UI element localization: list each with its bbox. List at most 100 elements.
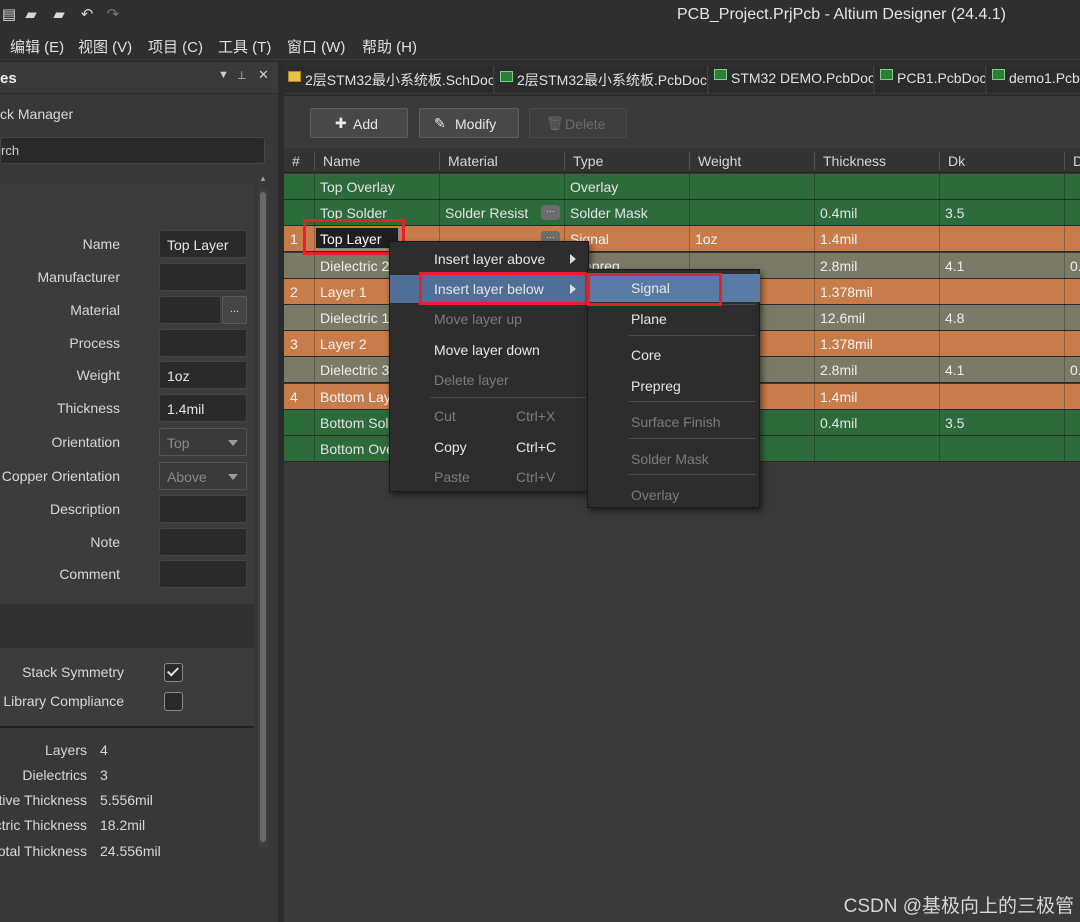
menu-edit[interactable]: 编辑 (E) xyxy=(10,36,64,57)
material-browse-icon[interactable]: ··· xyxy=(541,205,560,221)
add-button[interactable]: ✚ Add xyxy=(310,108,408,138)
submenu-overlay[interactable]: Overlay xyxy=(588,481,760,509)
cell-thickness[interactable]: 12.6mil xyxy=(820,310,865,326)
close-icon[interactable]: ✕ xyxy=(258,67,269,83)
cell-thickness[interactable]: 0.4mil xyxy=(820,415,857,431)
name-field[interactable]: Top Layer xyxy=(159,230,247,258)
open-folder-icon[interactable]: ▰ xyxy=(22,6,40,24)
col-header-df[interactable]: D xyxy=(1073,153,1080,169)
description-field[interactable] xyxy=(159,495,247,523)
cell-num[interactable]: 3 xyxy=(290,336,298,352)
save-all-icon[interactable]: ▤ xyxy=(0,6,18,24)
col-header-num[interactable]: # xyxy=(292,153,300,169)
menu-insert-layer-above[interactable]: Insert layer above xyxy=(390,245,588,273)
submenu-surface-finish[interactable]: Surface Finish xyxy=(588,408,760,436)
manufacturer-field[interactable] xyxy=(159,263,247,291)
cell-name[interactable]: Layer 1 xyxy=(320,284,367,300)
cell-type[interactable]: Overlay xyxy=(570,179,618,195)
cell-dk[interactable]: 3.5 xyxy=(945,205,964,221)
cell-divider xyxy=(1064,383,1065,410)
menu-view[interactable]: 视图 (V) xyxy=(78,36,132,57)
stat-label-conductive-thickness: ctive Thickness xyxy=(0,792,87,808)
tab-stm32-demo[interactable]: STM32 DEMO.PcbDoc xyxy=(710,66,874,93)
cell-num[interactable]: 1 xyxy=(290,231,298,247)
scrollbar-thumb[interactable] xyxy=(260,192,266,842)
process-field[interactable] xyxy=(159,329,247,357)
cell-thickness[interactable]: 2.8mil xyxy=(820,258,857,274)
search-input[interactable]: rch xyxy=(0,137,265,164)
tab-demo1[interactable]: demo1.PcbDoc xyxy=(988,66,1080,93)
thickness-field[interactable]: 1.4mil xyxy=(159,394,247,422)
cell-num[interactable]: 4 xyxy=(290,389,298,405)
cell-divider xyxy=(1064,278,1065,305)
cell-name[interactable]: Dielectric 2 xyxy=(320,258,389,274)
panel-scrollbar[interactable] xyxy=(258,188,268,848)
material-field[interactable] xyxy=(159,296,221,324)
menu-copy[interactable]: Copy Ctrl+C xyxy=(390,433,588,461)
library-compliance-checkbox[interactable] xyxy=(164,692,183,711)
cell-name[interactable]: Top Overlay xyxy=(320,179,395,195)
cell-thickness[interactable]: 1.378mil xyxy=(820,284,873,300)
cell-dk[interactable]: 4.8 xyxy=(945,310,964,326)
note-field[interactable] xyxy=(159,528,247,556)
comment-field[interactable] xyxy=(159,560,247,588)
cell-thickness[interactable]: 1.4mil xyxy=(820,231,857,247)
menu-cut[interactable]: Cut Ctrl+X xyxy=(390,402,588,430)
cell-d[interactable]: 0. xyxy=(1070,258,1080,274)
cell-type[interactable]: Solder Mask xyxy=(570,205,648,221)
cell-d[interactable]: 0. xyxy=(1070,362,1080,378)
tab-sch-doc[interactable]: 2层STM32最小系统板.SchDoc xyxy=(284,66,494,93)
cell-thickness[interactable]: 1.378mil xyxy=(820,336,873,352)
submenu-prepreg[interactable]: Prepreg xyxy=(588,372,760,400)
table-row[interactable]: Top Overlay Overlay xyxy=(284,174,1080,200)
tab-pcb1[interactable]: PCB1.PcbDoc xyxy=(876,66,986,93)
open-project-icon[interactable]: ▰ xyxy=(50,6,68,24)
menu-move-layer-up[interactable]: Move layer up xyxy=(390,305,588,333)
weight-field[interactable]: 1oz xyxy=(159,361,247,389)
cell-name[interactable]: Dielectric 1 xyxy=(320,310,389,326)
cell-thickness[interactable]: 2.8mil xyxy=(820,362,857,378)
copper-orientation-select[interactable]: Above xyxy=(159,462,247,490)
cell-material[interactable]: Solder Resist xyxy=(445,205,528,221)
col-header-name[interactable]: Name xyxy=(323,153,360,169)
cell-name[interactable]: Dielectric 3 xyxy=(320,362,389,378)
cell-weight[interactable]: 1oz xyxy=(695,231,718,247)
cell-thickness[interactable]: 1.4mil xyxy=(820,389,857,405)
cell-dk[interactable]: 3.5 xyxy=(945,415,964,431)
stat-label-dielectric-thickness: ctric Thickness xyxy=(0,817,87,833)
panel-menu-icon[interactable]: ▼ xyxy=(218,69,229,81)
menu-window[interactable]: 窗口 (W) xyxy=(287,36,345,57)
tab-pcb-doc[interactable]: 2层STM32最小系统板.PcbDoc xyxy=(496,66,708,93)
redo-icon[interactable]: ↷ xyxy=(104,6,122,24)
col-header-weight[interactable]: Weight xyxy=(698,153,741,169)
undo-icon[interactable]: ↶ xyxy=(78,6,96,24)
cell-divider xyxy=(1064,331,1065,358)
menu-project[interactable]: 项目 (C) xyxy=(148,36,203,57)
col-header-type[interactable]: Type xyxy=(573,153,603,169)
menu-help[interactable]: 帮助 (H) xyxy=(362,36,417,57)
menu-delete-layer[interactable]: Delete layer xyxy=(390,366,588,394)
modify-button[interactable]: ✎ Modify xyxy=(419,108,519,138)
scroll-up-icon[interactable]: ▲ xyxy=(259,174,267,183)
cell-dk[interactable]: 4.1 xyxy=(945,362,964,378)
col-header-thickness[interactable]: Thickness xyxy=(823,153,886,169)
cell-dk[interactable]: 4.1 xyxy=(945,258,964,274)
pin-icon[interactable]: ⊥ xyxy=(237,69,247,82)
stack-symmetry-checkbox[interactable] xyxy=(164,663,183,682)
cell-divider xyxy=(939,252,940,279)
col-header-dk[interactable]: Dk xyxy=(948,153,965,169)
menu-paste[interactable]: Paste Ctrl+V xyxy=(390,463,588,491)
cell-name[interactable]: Layer 2 xyxy=(320,336,367,352)
col-header-material[interactable]: Material xyxy=(448,153,498,169)
menu-move-layer-down[interactable]: Move layer down xyxy=(390,336,588,364)
delete-button[interactable]: 🗑 Delete xyxy=(529,108,627,138)
cell-divider xyxy=(314,305,315,331)
cell-thickness[interactable]: 0.4mil xyxy=(820,205,857,221)
orientation-select[interactable]: Top xyxy=(159,428,247,456)
menu-tools[interactable]: 工具 (T) xyxy=(218,36,271,57)
submenu-plane[interactable]: Plane xyxy=(588,305,760,333)
cell-num[interactable]: 2 xyxy=(290,284,298,300)
material-browse-button[interactable]: ... xyxy=(222,296,247,324)
submenu-solder-mask[interactable]: Solder Mask xyxy=(588,445,760,473)
submenu-core[interactable]: Core xyxy=(588,341,760,369)
